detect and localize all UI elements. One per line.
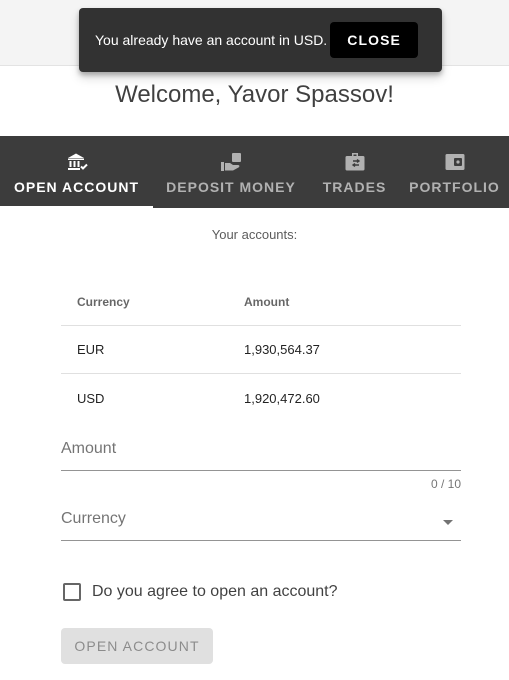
column-header-currency: Currency — [77, 294, 130, 309]
tab-label: PORTFOLIO — [409, 179, 500, 195]
wallet-icon — [443, 150, 467, 174]
currency-select[interactable]: Currency — [61, 510, 461, 541]
tab-label: DEPOSIT MONEY — [166, 179, 296, 195]
column-header-amount: Amount — [244, 294, 290, 309]
briefcase-exchange-icon — [343, 150, 367, 174]
accounts-table: Currency Amount EUR 1,930,564.37 USD 1,9… — [61, 278, 461, 422]
accounts-caption: Your accounts: — [211, 227, 298, 242]
tab-label: OPEN ACCOUNT — [13, 179, 140, 195]
dropdown-arrow-icon — [443, 520, 453, 525]
snackbar-close-button[interactable]: CLOSE — [330, 22, 418, 58]
currency-label: Currency — [61, 510, 126, 527]
cell-currency: USD — [77, 390, 105, 406]
table-row: USD 1,920,472.60 — [61, 374, 461, 422]
table-header: Currency Amount — [61, 278, 461, 326]
table-row: EUR 1,930,564.37 — [61, 326, 461, 374]
amount-label: Amount — [61, 440, 117, 457]
tab-trades[interactable]: TRADES — [309, 136, 400, 208]
agree-checkbox-label: Do you agree to open an account? — [92, 583, 338, 600]
tab-portfolio[interactable]: PORTFOLIO — [400, 136, 509, 208]
agree-checkbox-row: Do you agree to open an account? — [63, 583, 338, 601]
welcome-heading: Welcome, Yavor Spassov! — [115, 81, 394, 108]
tab-bar: OPEN ACCOUNT DEPOSIT MONEY TRADES PORTFO… — [0, 136, 509, 208]
amount-input[interactable]: Amount — [61, 440, 461, 471]
cell-amount: 1,920,472.60 — [244, 390, 320, 406]
open-account-button[interactable]: OPEN ACCOUNT — [61, 628, 213, 664]
agree-checkbox[interactable] — [63, 583, 81, 601]
tab-deposit-money[interactable]: DEPOSIT MONEY — [153, 136, 309, 208]
snackbar: You already have an account in USD. CLOS… — [79, 8, 442, 72]
cell-amount: 1,930,564.37 — [244, 342, 320, 357]
tab-open-account[interactable]: OPEN ACCOUNT — [0, 136, 153, 208]
cell-currency: EUR — [77, 342, 105, 357]
hand-money-icon — [219, 150, 243, 174]
bank-icon — [65, 150, 89, 174]
tab-label: TRADES — [322, 179, 387, 195]
amount-character-counter: 0 / 10 — [430, 477, 461, 491]
snackbar-message: You already have an account in USD. — [95, 32, 328, 48]
